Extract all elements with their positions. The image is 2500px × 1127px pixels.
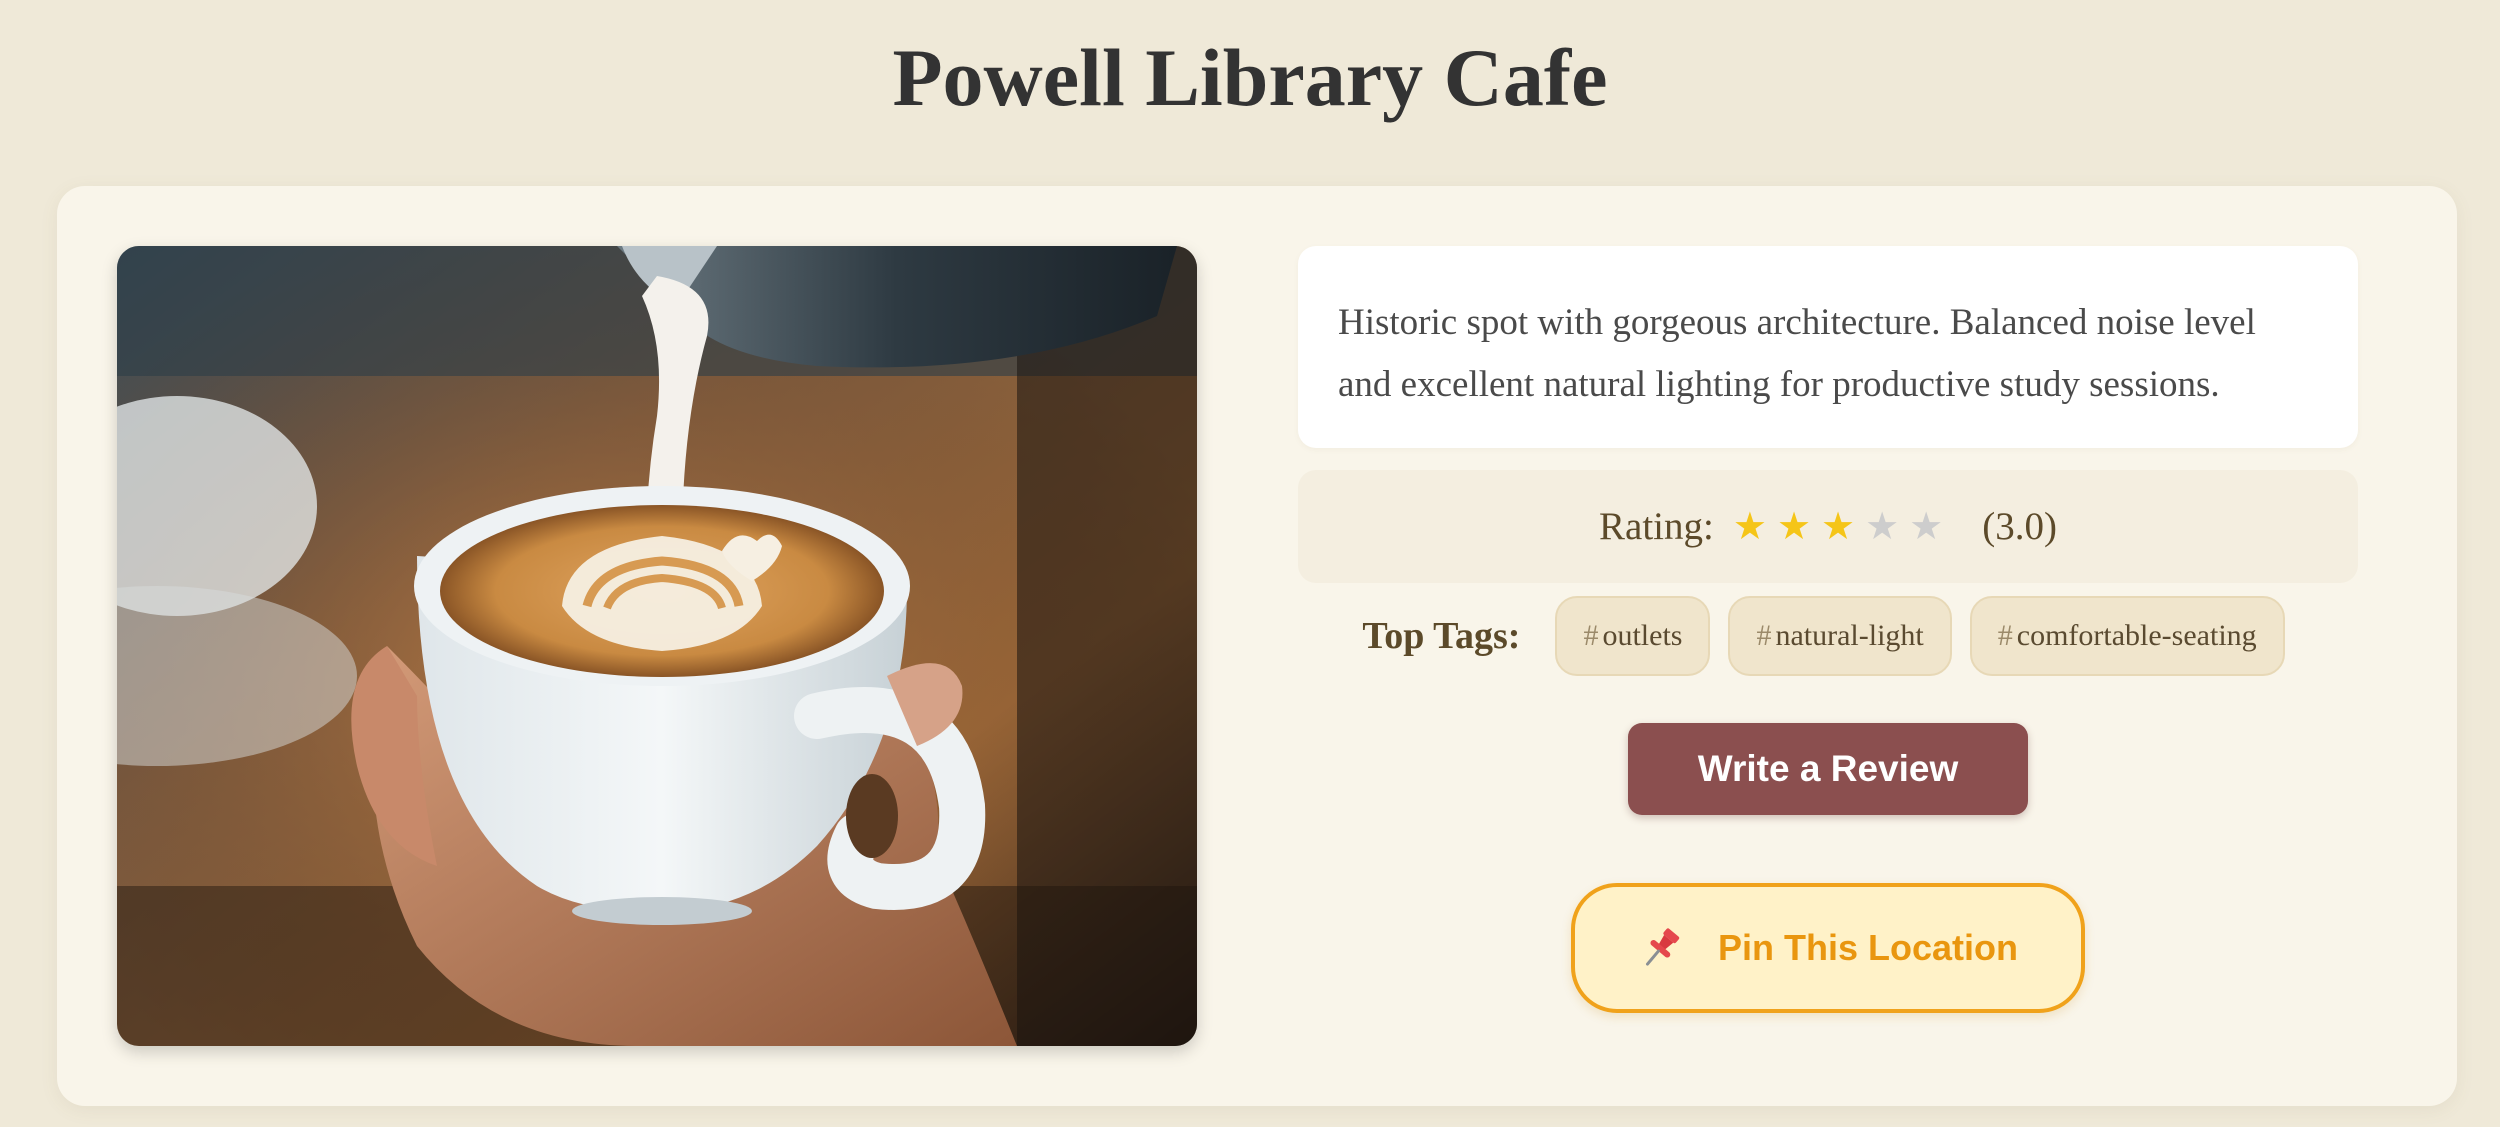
pushpin-icon (1638, 925, 1684, 971)
tag-natural-light[interactable]: # natural-light (1728, 596, 1952, 676)
star-icon: ★ (1776, 504, 1812, 548)
rating-box: Rating: ★ ★ ★ ★ ★ (3.0) (1298, 470, 2358, 583)
hash-icon: # (1583, 619, 1599, 652)
star-icon: ★ (1821, 504, 1856, 548)
tags-label: Top Tags: (1362, 615, 1521, 657)
tag-comfortable-seating[interactable]: # comfortable-seating (1969, 596, 2285, 676)
star-icon: ★ (1865, 504, 1900, 548)
write-review-button[interactable]: Write a Review (1628, 723, 2028, 815)
tag-label: natural-light (1775, 619, 1924, 652)
top-tags: Top Tags: # outlets # natural-light # co… (1298, 594, 2358, 678)
star-icon: ★ (1732, 504, 1767, 548)
pin-location-label: Pin This Location (1717, 927, 2018, 968)
cafe-description: Historic spot with gorgeous architecture… (1298, 246, 2358, 448)
tag-label: comfortable-seating (2016, 619, 2257, 652)
cafe-photo (117, 246, 1197, 1046)
rating-value: (3.0) (1982, 505, 2057, 548)
star-icon: ★ (1909, 504, 1944, 548)
page-title: Powell Library Cafe (892, 32, 1608, 123)
rating-stars: ★ ★ ★ ★ ★ (1728, 504, 1948, 549)
rating-label: Rating: (1599, 505, 1714, 548)
hash-icon: # (1756, 619, 1772, 652)
tag-label: outlets (1602, 619, 1683, 652)
tag-outlets[interactable]: # outlets (1555, 596, 1711, 676)
pin-location-button[interactable]: Pin This Location (1571, 883, 2085, 1013)
hash-icon: # (1997, 619, 2013, 652)
